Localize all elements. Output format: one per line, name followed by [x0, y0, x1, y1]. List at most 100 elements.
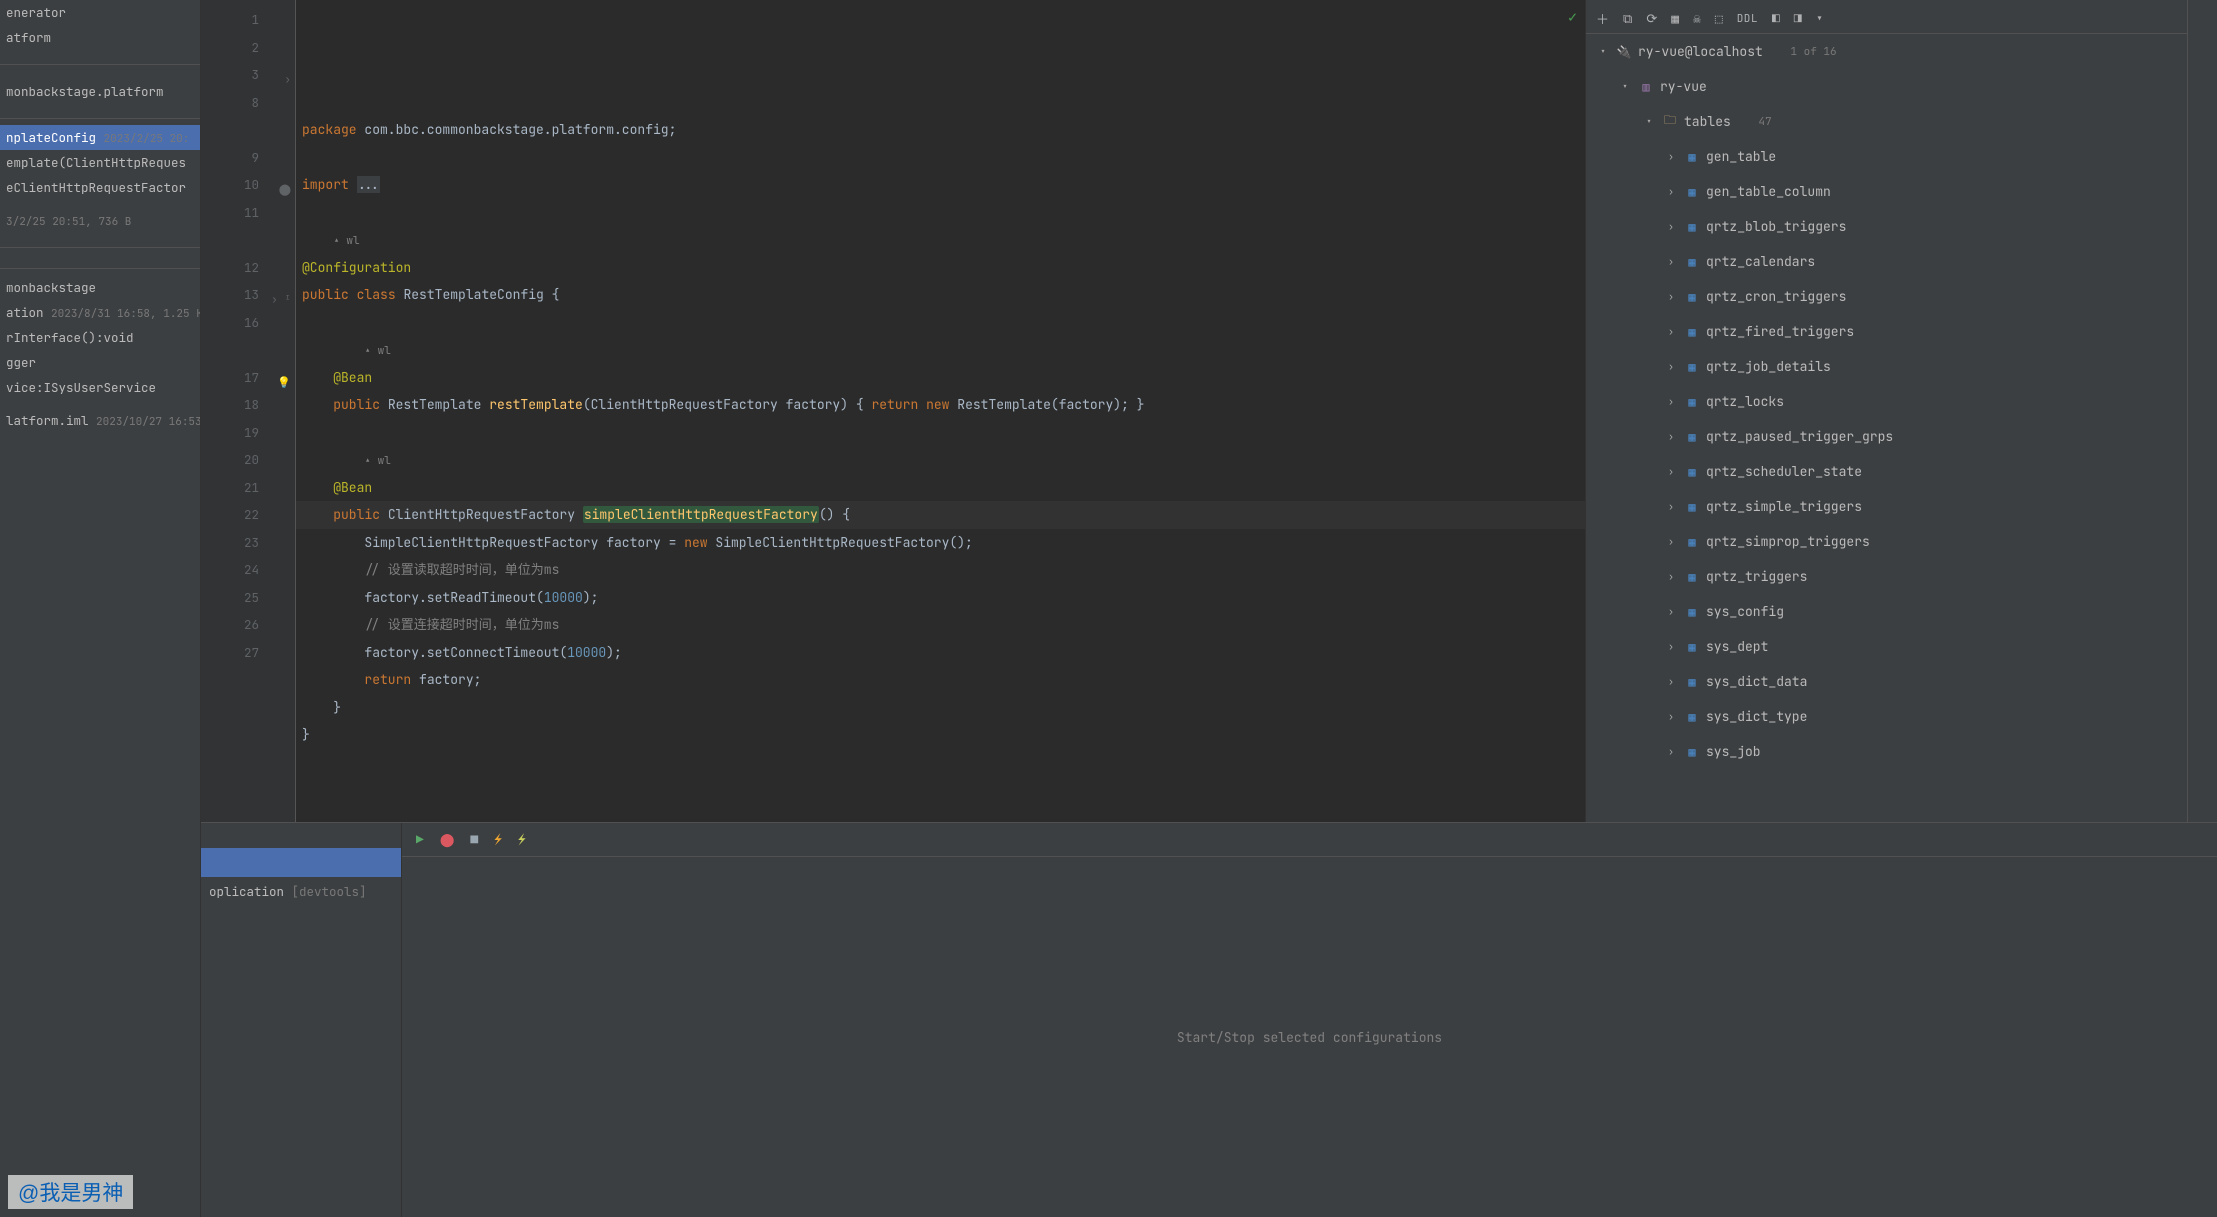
run-toolbar[interactable]: ▶ ⬤ ■ ⚡ ⚡ — [402, 823, 2217, 857]
project-structure-panel[interactable]: eneratoratform monbackstage.platform npl… — [0, 0, 201, 1217]
structure-item[interactable]: nplateConfig 2023/2/25 20: — [0, 125, 200, 150]
structure-item[interactable]: vice:ISysUserService — [0, 375, 200, 400]
db-tree-node[interactable]: ›▦qrtz_calendars — [1586, 244, 2187, 279]
db-toolbar-icon[interactable]: ◧ — [1772, 10, 1780, 27]
db-tree-node[interactable]: ›▦qrtz_triggers — [1586, 559, 2187, 594]
code-line[interactable]: // 设置读取超时时间，单位为ms — [296, 556, 1585, 584]
structure-item[interactable] — [0, 71, 200, 79]
db-tree-node[interactable]: ›▦qrtz_blob_triggers — [1586, 209, 2187, 244]
code-line[interactable]: SimpleClientHttpRequestFactory factory =… — [296, 529, 1585, 557]
structure-item[interactable] — [0, 254, 200, 262]
db-toolbar-icon[interactable]: ◨ — [1794, 10, 1802, 27]
db-toolbar-icon[interactable]: ＋ — [1596, 9, 1609, 28]
db-tree-node[interactable]: ›▦qrtz_job_details — [1586, 349, 2187, 384]
code-line[interactable]: } — [296, 694, 1585, 722]
structure-item[interactable]: monbackstage — [0, 275, 200, 300]
db-tree-node[interactable]: ▾🗀tables 47 — [1586, 104, 2187, 139]
structure-item[interactable]: emplate(ClientHttpReques — [0, 150, 200, 175]
code-line[interactable]: @Configuration — [296, 254, 1585, 282]
code-editor[interactable]: 123›8910⬤111213› ᴵ1617💡18192021222324252… — [201, 0, 1585, 822]
code-line[interactable]: import ... — [296, 171, 1585, 199]
structure-item[interactable]: rInterface():void — [0, 325, 200, 350]
code-line[interactable]: factory.setConnectTimeout(10000); — [296, 639, 1585, 667]
stop-icon[interactable]: ■ — [470, 831, 478, 848]
db-tree-node[interactable]: ›▦gen_table_column — [1586, 174, 2187, 209]
code-line[interactable] — [296, 309, 1585, 337]
reload-icon[interactable]: ⚡ — [494, 831, 502, 848]
db-toolbar-icon[interactable]: ☠ — [1693, 10, 1701, 27]
db-toolbar-icon[interactable]: ⟳ — [1646, 10, 1657, 27]
inspection-ok-icon[interactable]: ✓ — [1568, 4, 1577, 32]
db-tree-node[interactable]: ▾🔌ry-vue@localhost 1 of 16 — [1586, 34, 2187, 69]
structure-item[interactable]: latform.iml 2023/10/27 16:53 — [0, 408, 200, 433]
db-tree-node[interactable]: ›▦sys_dict_type — [1586, 699, 2187, 734]
db-tree-node[interactable]: ›▦qrtz_scheduler_state — [1586, 454, 2187, 489]
structure-item[interactable]: gger — [0, 350, 200, 375]
db-tree-node[interactable]: ›▦gen_table — [1586, 139, 2187, 174]
gutter-line: 18 — [201, 391, 295, 419]
gutter-line: 2 — [201, 34, 295, 62]
db-tree-node[interactable]: ›▦qrtz_simple_triggers — [1586, 489, 2187, 524]
run-config-selected-blank[interactable] — [201, 848, 401, 877]
code-line[interactable]: } — [296, 721, 1585, 749]
code-line[interactable]: ▴ wl — [296, 446, 1585, 474]
gutter-line: 11 — [201, 199, 295, 227]
code-line[interactable]: public RestTemplate restTemplate(ClientH… — [296, 391, 1585, 419]
db-tree-node[interactable]: ›▦sys_dept — [1586, 629, 2187, 664]
code-line[interactable] — [296, 199, 1585, 227]
database-toolbar[interactable]: ＋ ⧉ ⟳ ▦ ☠ ⬚ DDL ◧ ◨ ▾ — [1586, 4, 2187, 34]
structure-item[interactable] — [0, 104, 200, 112]
db-tree-node[interactable]: ›▦sys_job — [1586, 734, 2187, 769]
run-config-tag: [devtools] — [292, 883, 367, 900]
db-tree-node[interactable]: ›▦qrtz_fired_triggers — [1586, 314, 2187, 349]
db-toolbar-icon[interactable]: ⧉ — [1623, 10, 1632, 27]
code-line[interactable]: public ClientHttpRequestFactory simpleCl… — [296, 501, 1585, 529]
code-line[interactable]: ▴ wl — [296, 336, 1585, 364]
code-line[interactable]: factory.setReadTimeout(10000); — [296, 584, 1585, 612]
db-tree-node[interactable]: ▾▥ry-vue — [1586, 69, 2187, 104]
code-line[interactable]: ▴ wl — [296, 226, 1585, 254]
structure-item[interactable]: eClientHttpRequestFactor — [0, 175, 200, 200]
structure-item[interactable]: enerator — [0, 0, 200, 25]
code-line[interactable]: public class RestTemplateConfig { — [296, 281, 1585, 309]
structure-item[interactable] — [0, 200, 200, 208]
gutter-line: 16 — [201, 309, 295, 337]
db-tree-node[interactable]: ›▦sys_dict_data — [1586, 664, 2187, 699]
run-configs-list[interactable]: oplication [devtools] — [201, 823, 402, 1217]
gutter-line — [201, 336, 295, 364]
code-line[interactable]: // 设置连接超时时间，单位为ms — [296, 611, 1585, 639]
structure-item[interactable]: ation 2023/8/31 16:58, 1.25 K — [0, 300, 200, 325]
code-line[interactable]: package com.bbc.commonbackstage.platform… — [296, 116, 1585, 144]
db-toolbar-icon[interactable]: ▦ — [1671, 10, 1679, 27]
code-line[interactable]: @Bean — [296, 364, 1585, 392]
editor-code-area[interactable]: ✓ package com.bbc.commonbackstage.platfo… — [296, 0, 1585, 822]
structure-item[interactable]: atform — [0, 25, 200, 50]
debug-icon[interactable]: ⬤ — [440, 831, 455, 848]
profiler-icon[interactable]: ⚡ — [518, 831, 526, 848]
structure-item[interactable] — [0, 233, 200, 241]
run-icon[interactable]: ▶ — [416, 831, 424, 848]
db-tree-node[interactable]: ›▦qrtz_paused_trigger_grps — [1586, 419, 2187, 454]
db-toolbar-icon[interactable]: ▾ — [1816, 10, 1824, 27]
code-line[interactable] — [296, 419, 1585, 447]
gutter-line: 17💡 — [201, 364, 295, 392]
watermark: @我是男神 — [8, 1175, 133, 1209]
structure-item[interactable] — [0, 50, 200, 58]
db-tree-node[interactable]: ›▦sys_config — [1586, 594, 2187, 629]
gutter-line: 25 — [201, 584, 295, 612]
code-line[interactable]: return factory; — [296, 666, 1585, 694]
structure-item[interactable]: monbackstage.platform — [0, 79, 200, 104]
database-tool-window[interactable]: ＋⧉⟳▦☠⬚DDL◧◨▾ ▾🔌ry-vue@localhost 1 of 16▾… — [1585, 0, 2217, 822]
db-toolbar-icon[interactable]: DDL — [1737, 12, 1758, 26]
structure-item[interactable] — [0, 400, 200, 408]
code-line[interactable] — [296, 749, 1585, 777]
code-line[interactable]: @Bean — [296, 474, 1585, 502]
run-tool-window[interactable]: oplication [devtools] ▶ ⬤ ■ ⚡ ⚡ Start/St… — [201, 822, 2217, 1217]
db-tree-node[interactable]: ›▦qrtz_simprop_triggers — [1586, 524, 2187, 559]
code-line[interactable] — [296, 144, 1585, 172]
run-config-row[interactable]: oplication [devtools] — [201, 877, 401, 906]
db-toolbar-icon[interactable]: ⬚ — [1715, 10, 1723, 27]
structure-item[interactable]: 3/2/25 20:51, 736 B — [0, 208, 200, 233]
db-tree-node[interactable]: ›▦qrtz_locks — [1586, 384, 2187, 419]
db-tree-node[interactable]: ›▦qrtz_cron_triggers — [1586, 279, 2187, 314]
